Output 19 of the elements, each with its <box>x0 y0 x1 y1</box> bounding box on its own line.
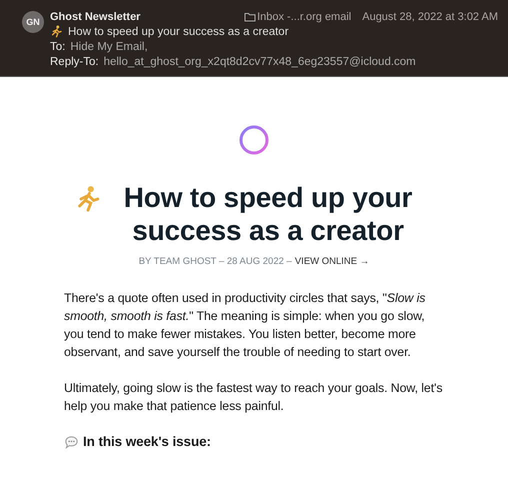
paragraph: Ultimately, going slow is the fastest way to reach your goals. Now, let's help you make that patience less painful. <box>64 380 444 415</box>
ring-logo-icon <box>237 123 271 157</box>
sender-name: Ghost Newsletter <box>50 11 140 23</box>
speech-bubble-icon <box>64 434 79 450</box>
folder-icon <box>244 12 256 22</box>
section-heading: In this week's issue: <box>83 433 211 451</box>
article-title: How to speed up your success as a creator <box>122 181 414 247</box>
mailbox-label: Inbox -...r.org email <box>257 11 352 23</box>
to-label: To: <box>50 40 66 52</box>
to-value: Hide My Email, <box>70 40 148 52</box>
view-online-link[interactable]: VIEW ONLINE → <box>294 256 370 267</box>
date: August 28, 2022 at 3:02 AM <box>362 11 498 23</box>
byline: BY TEAM GHOST – 28 AUG 2022 – <box>138 256 292 267</box>
paragraph: There's a quote often used in productivity circles that says, "Slow is smooth, smooth is fast." The meaning is simple: when you go slow, you tend to make fewer mistakes. You listen better, become more observant, and save yourself the trouble of needing to start over. <box>64 290 426 361</box>
reply-to-value: hello_at_ghost_org_x2qt8d2cv77x48_6eg23557@icloud.com <box>104 56 416 68</box>
avatar: GN <box>22 11 44 33</box>
runner-icon <box>50 25 63 38</box>
email-subject: How to speed up your success as a creator <box>68 26 289 38</box>
reply-to-label: Reply-To: <box>50 56 99 68</box>
